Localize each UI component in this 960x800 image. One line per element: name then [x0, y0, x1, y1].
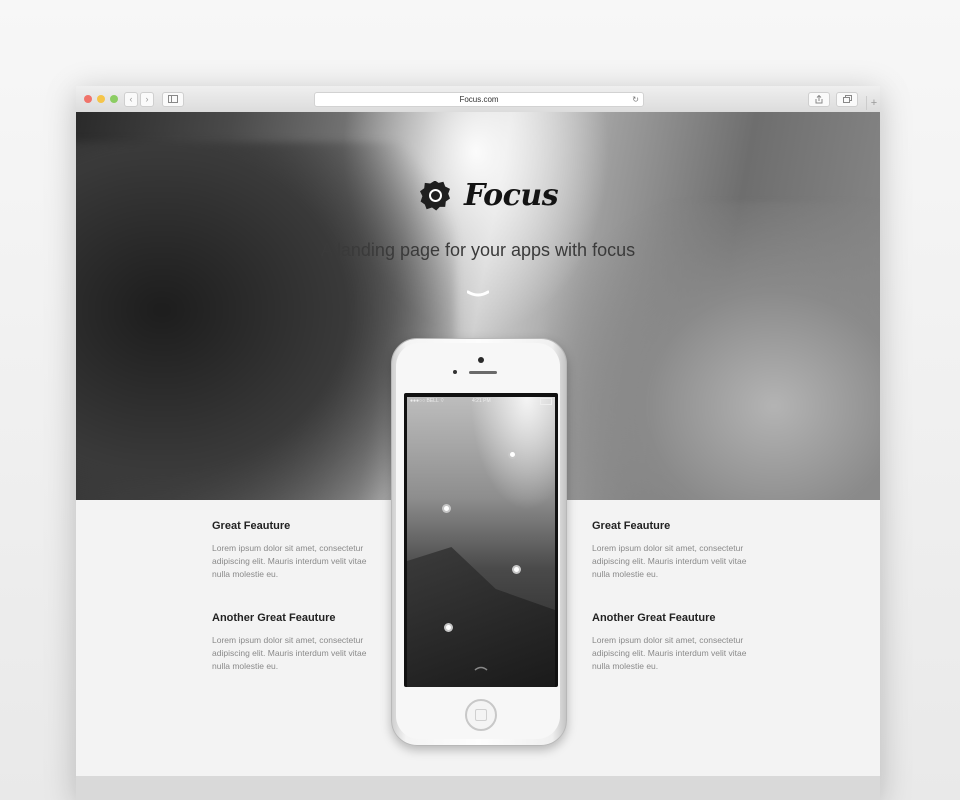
map-pin-dot[interactable] — [442, 504, 451, 513]
carrier-signal: ●●●○○ BELL ⌔ — [410, 398, 445, 404]
reload-icon[interactable]: ↻ — [632, 93, 639, 106]
tabs-icon — [842, 95, 852, 103]
chevron-right-icon: › — [145, 94, 149, 104]
minimize-window-button[interactable] — [97, 95, 105, 103]
feature-text: Lorem ipsum dolor sit amet, consectetur … — [592, 543, 747, 579]
feature-item: Another Great Feauture Lorem ipsum dolor… — [592, 612, 752, 673]
feature-title: Great Feauture — [212, 520, 291, 532]
screen-landscape-image — [407, 397, 555, 687]
share-icon — [815, 94, 823, 104]
brand-name: Focus — [464, 178, 559, 213]
map-pin-dot[interactable] — [512, 565, 521, 574]
feature-item: Great Feauture Lorem ipsum dolor sit ame… — [592, 520, 752, 581]
feature-item: Great Feauture Lorem ipsum dolor sit ame… — [212, 520, 372, 581]
feature-title: Another Great Feauture — [592, 612, 716, 624]
feature-title: Another Great Feauture — [212, 612, 336, 624]
battery-icon — [540, 398, 552, 405]
phone-mockup: ●●●○○ BELL ⌔ 4:21 PM — [391, 338, 567, 746]
proximity-sensor — [453, 370, 457, 374]
forward-button[interactable]: › — [140, 92, 154, 107]
address-bar[interactable]: Focus.com ↻ — [314, 92, 644, 107]
phone-status-bar: ●●●○○ BELL ⌔ 4:21 PM — [408, 397, 554, 405]
feature-text: Lorem ipsum dolor sit amet, consectetur … — [212, 543, 367, 579]
earpiece — [469, 371, 497, 374]
footer-band — [76, 776, 880, 800]
new-tab-button[interactable]: + — [866, 96, 880, 110]
home-square-icon — [475, 709, 487, 721]
screen-chevron-icon — [474, 666, 488, 671]
phone-screen: ●●●○○ BELL ⌔ 4:21 PM — [404, 393, 558, 687]
home-button[interactable] — [465, 699, 497, 731]
zoom-window-button[interactable] — [110, 95, 118, 103]
close-window-button[interactable] — [84, 95, 92, 103]
tabs-button[interactable] — [836, 92, 858, 107]
brand-badge-icon — [420, 180, 450, 211]
front-camera — [478, 357, 484, 363]
browser-window: ‹ › Focus.com ↻ + Focus A landing page f… — [76, 86, 880, 800]
feature-text: Lorem ipsum dolor sit amet, consectetur … — [592, 635, 747, 671]
map-pin-dot[interactable] — [444, 623, 453, 632]
hero-tagline: A landing page for your apps with focus — [320, 240, 636, 260]
browser-toolbar: ‹ › Focus.com ↻ + — [76, 86, 880, 113]
phone-time: 4:21 PM — [472, 398, 491, 404]
feature-item: Another Great Feauture Lorem ipsum dolor… — [212, 612, 372, 673]
feature-text: Lorem ipsum dolor sit amet, consectetur … — [212, 635, 367, 671]
back-button[interactable]: ‹ — [124, 92, 138, 107]
sidebar-icon — [168, 95, 178, 103]
map-pin-dot[interactable] — [508, 450, 517, 459]
share-button[interactable] — [808, 92, 830, 107]
feature-title: Great Feauture — [592, 520, 671, 532]
chevron-left-icon: ‹ — [129, 94, 133, 104]
scroll-down-chevron-icon[interactable] — [467, 290, 489, 300]
sidebar-toggle-button[interactable] — [162, 92, 184, 107]
brand-logo[interactable]: Focus — [420, 178, 559, 213]
url-text: Focus.com — [459, 95, 499, 104]
